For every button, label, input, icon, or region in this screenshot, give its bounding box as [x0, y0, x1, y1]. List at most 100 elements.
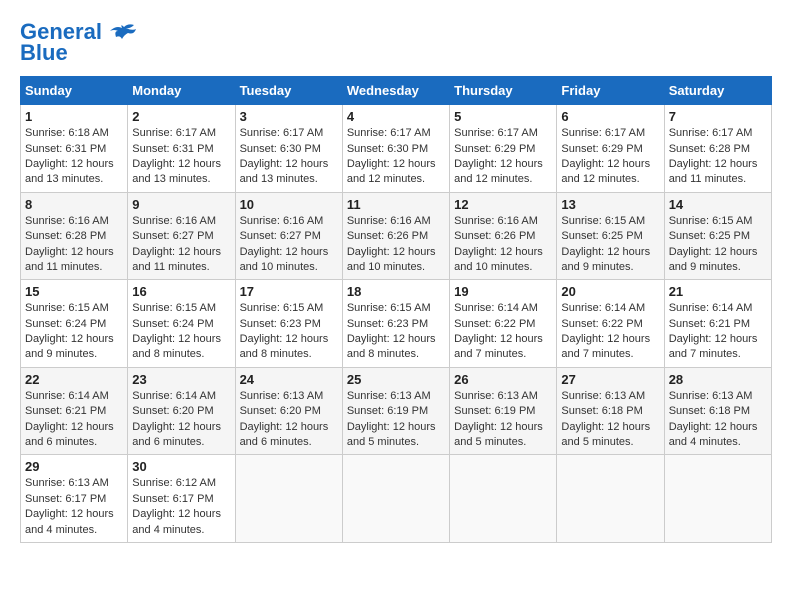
- calendar-cell: 9 Sunrise: 6:16 AM Sunset: 6:27 PM Dayli…: [128, 192, 235, 280]
- day-info: Sunrise: 6:14 AM Sunset: 6:20 PM Dayligh…: [132, 389, 230, 451]
- calendar-cell: 4 Sunrise: 6:17 AM Sunset: 6:30 PM Dayli…: [342, 105, 449, 193]
- day-info: Sunrise: 6:13 AM Sunset: 6:17 PM Dayligh…: [25, 476, 123, 538]
- weekday-header-wednesday: Wednesday: [342, 77, 449, 105]
- day-info: Sunrise: 6:13 AM Sunset: 6:19 PM Dayligh…: [347, 389, 445, 451]
- day-info: Sunrise: 6:14 AM Sunset: 6:21 PM Dayligh…: [669, 301, 767, 363]
- day-info: Sunrise: 6:14 AM Sunset: 6:22 PM Dayligh…: [561, 301, 659, 363]
- weekday-header-thursday: Thursday: [450, 77, 557, 105]
- calendar-cell: 16 Sunrise: 6:15 AM Sunset: 6:24 PM Dayl…: [128, 280, 235, 368]
- weekday-header-tuesday: Tuesday: [235, 77, 342, 105]
- day-number: 28: [669, 372, 767, 387]
- day-number: 29: [25, 459, 123, 474]
- week-row-2: 8 Sunrise: 6:16 AM Sunset: 6:28 PM Dayli…: [21, 192, 772, 280]
- day-info: Sunrise: 6:16 AM Sunset: 6:27 PM Dayligh…: [240, 214, 338, 276]
- logo-blue: Blue: [20, 40, 68, 66]
- weekday-header-monday: Monday: [128, 77, 235, 105]
- day-number: 8: [25, 197, 123, 212]
- day-info: Sunrise: 6:17 AM Sunset: 6:31 PM Dayligh…: [132, 126, 230, 188]
- calendar-cell: 14 Sunrise: 6:15 AM Sunset: 6:25 PM Dayl…: [664, 192, 771, 280]
- day-info: Sunrise: 6:13 AM Sunset: 6:18 PM Dayligh…: [561, 389, 659, 451]
- calendar-cell: [664, 455, 771, 543]
- day-number: 7: [669, 109, 767, 124]
- day-number: 6: [561, 109, 659, 124]
- day-info: Sunrise: 6:15 AM Sunset: 6:25 PM Dayligh…: [561, 214, 659, 276]
- day-number: 15: [25, 284, 123, 299]
- calendar-cell: 20 Sunrise: 6:14 AM Sunset: 6:22 PM Dayl…: [557, 280, 664, 368]
- calendar-cell: 12 Sunrise: 6:16 AM Sunset: 6:26 PM Dayl…: [450, 192, 557, 280]
- week-row-1: 1 Sunrise: 6:18 AM Sunset: 6:31 PM Dayli…: [21, 105, 772, 193]
- day-info: Sunrise: 6:17 AM Sunset: 6:28 PM Dayligh…: [669, 126, 767, 188]
- day-number: 3: [240, 109, 338, 124]
- calendar-cell: [342, 455, 449, 543]
- calendar-cell: 26 Sunrise: 6:13 AM Sunset: 6:19 PM Dayl…: [450, 367, 557, 455]
- day-info: Sunrise: 6:16 AM Sunset: 6:28 PM Dayligh…: [25, 214, 123, 276]
- logo: General Blue: [20, 20, 138, 66]
- bird-icon: [110, 23, 138, 43]
- day-info: Sunrise: 6:17 AM Sunset: 6:29 PM Dayligh…: [454, 126, 552, 188]
- day-number: 22: [25, 372, 123, 387]
- calendar-cell: 22 Sunrise: 6:14 AM Sunset: 6:21 PM Dayl…: [21, 367, 128, 455]
- day-info: Sunrise: 6:15 AM Sunset: 6:23 PM Dayligh…: [240, 301, 338, 363]
- calendar-cell: 15 Sunrise: 6:15 AM Sunset: 6:24 PM Dayl…: [21, 280, 128, 368]
- calendar-table: SundayMondayTuesdayWednesdayThursdayFrid…: [20, 76, 772, 543]
- day-info: Sunrise: 6:16 AM Sunset: 6:26 PM Dayligh…: [454, 214, 552, 276]
- day-number: 5: [454, 109, 552, 124]
- calendar-cell: 11 Sunrise: 6:16 AM Sunset: 6:26 PM Dayl…: [342, 192, 449, 280]
- weekday-header-friday: Friday: [557, 77, 664, 105]
- day-number: 12: [454, 197, 552, 212]
- day-number: 1: [25, 109, 123, 124]
- day-info: Sunrise: 6:15 AM Sunset: 6:24 PM Dayligh…: [132, 301, 230, 363]
- calendar-cell: 30 Sunrise: 6:12 AM Sunset: 6:17 PM Dayl…: [128, 455, 235, 543]
- day-info: Sunrise: 6:17 AM Sunset: 6:29 PM Dayligh…: [561, 126, 659, 188]
- day-info: Sunrise: 6:12 AM Sunset: 6:17 PM Dayligh…: [132, 476, 230, 538]
- calendar-cell: 17 Sunrise: 6:15 AM Sunset: 6:23 PM Dayl…: [235, 280, 342, 368]
- day-number: 10: [240, 197, 338, 212]
- day-number: 11: [347, 197, 445, 212]
- day-number: 26: [454, 372, 552, 387]
- calendar-cell: 3 Sunrise: 6:17 AM Sunset: 6:30 PM Dayli…: [235, 105, 342, 193]
- day-number: 20: [561, 284, 659, 299]
- calendar-cell: [235, 455, 342, 543]
- day-info: Sunrise: 6:14 AM Sunset: 6:21 PM Dayligh…: [25, 389, 123, 451]
- calendar-cell: 7 Sunrise: 6:17 AM Sunset: 6:28 PM Dayli…: [664, 105, 771, 193]
- day-number: 13: [561, 197, 659, 212]
- calendar-cell: 13 Sunrise: 6:15 AM Sunset: 6:25 PM Dayl…: [557, 192, 664, 280]
- calendar-cell: 19 Sunrise: 6:14 AM Sunset: 6:22 PM Dayl…: [450, 280, 557, 368]
- day-info: Sunrise: 6:18 AM Sunset: 6:31 PM Dayligh…: [25, 126, 123, 188]
- day-info: Sunrise: 6:13 AM Sunset: 6:20 PM Dayligh…: [240, 389, 338, 451]
- day-info: Sunrise: 6:17 AM Sunset: 6:30 PM Dayligh…: [240, 126, 338, 188]
- calendar-cell: 23 Sunrise: 6:14 AM Sunset: 6:20 PM Dayl…: [128, 367, 235, 455]
- day-number: 16: [132, 284, 230, 299]
- calendar-cell: 29 Sunrise: 6:13 AM Sunset: 6:17 PM Dayl…: [21, 455, 128, 543]
- day-number: 19: [454, 284, 552, 299]
- calendar-cell: 21 Sunrise: 6:14 AM Sunset: 6:21 PM Dayl…: [664, 280, 771, 368]
- calendar-cell: 1 Sunrise: 6:18 AM Sunset: 6:31 PM Dayli…: [21, 105, 128, 193]
- day-number: 27: [561, 372, 659, 387]
- calendar-cell: 5 Sunrise: 6:17 AM Sunset: 6:29 PM Dayli…: [450, 105, 557, 193]
- page-header: General Blue: [20, 20, 772, 66]
- calendar-cell: 2 Sunrise: 6:17 AM Sunset: 6:31 PM Dayli…: [128, 105, 235, 193]
- day-number: 17: [240, 284, 338, 299]
- calendar-cell: 25 Sunrise: 6:13 AM Sunset: 6:19 PM Dayl…: [342, 367, 449, 455]
- weekday-header-saturday: Saturday: [664, 77, 771, 105]
- day-info: Sunrise: 6:13 AM Sunset: 6:18 PM Dayligh…: [669, 389, 767, 451]
- day-number: 25: [347, 372, 445, 387]
- day-info: Sunrise: 6:15 AM Sunset: 6:24 PM Dayligh…: [25, 301, 123, 363]
- day-info: Sunrise: 6:16 AM Sunset: 6:27 PM Dayligh…: [132, 214, 230, 276]
- weekday-header-sunday: Sunday: [21, 77, 128, 105]
- day-number: 24: [240, 372, 338, 387]
- day-info: Sunrise: 6:14 AM Sunset: 6:22 PM Dayligh…: [454, 301, 552, 363]
- day-info: Sunrise: 6:13 AM Sunset: 6:19 PM Dayligh…: [454, 389, 552, 451]
- calendar-cell: 27 Sunrise: 6:13 AM Sunset: 6:18 PM Dayl…: [557, 367, 664, 455]
- day-number: 18: [347, 284, 445, 299]
- day-number: 30: [132, 459, 230, 474]
- day-number: 14: [669, 197, 767, 212]
- calendar-cell: 28 Sunrise: 6:13 AM Sunset: 6:18 PM Dayl…: [664, 367, 771, 455]
- day-number: 23: [132, 372, 230, 387]
- calendar-cell: [450, 455, 557, 543]
- day-info: Sunrise: 6:16 AM Sunset: 6:26 PM Dayligh…: [347, 214, 445, 276]
- calendar-cell: 6 Sunrise: 6:17 AM Sunset: 6:29 PM Dayli…: [557, 105, 664, 193]
- calendar-cell: 10 Sunrise: 6:16 AM Sunset: 6:27 PM Dayl…: [235, 192, 342, 280]
- calendar-cell: 18 Sunrise: 6:15 AM Sunset: 6:23 PM Dayl…: [342, 280, 449, 368]
- week-row-3: 15 Sunrise: 6:15 AM Sunset: 6:24 PM Dayl…: [21, 280, 772, 368]
